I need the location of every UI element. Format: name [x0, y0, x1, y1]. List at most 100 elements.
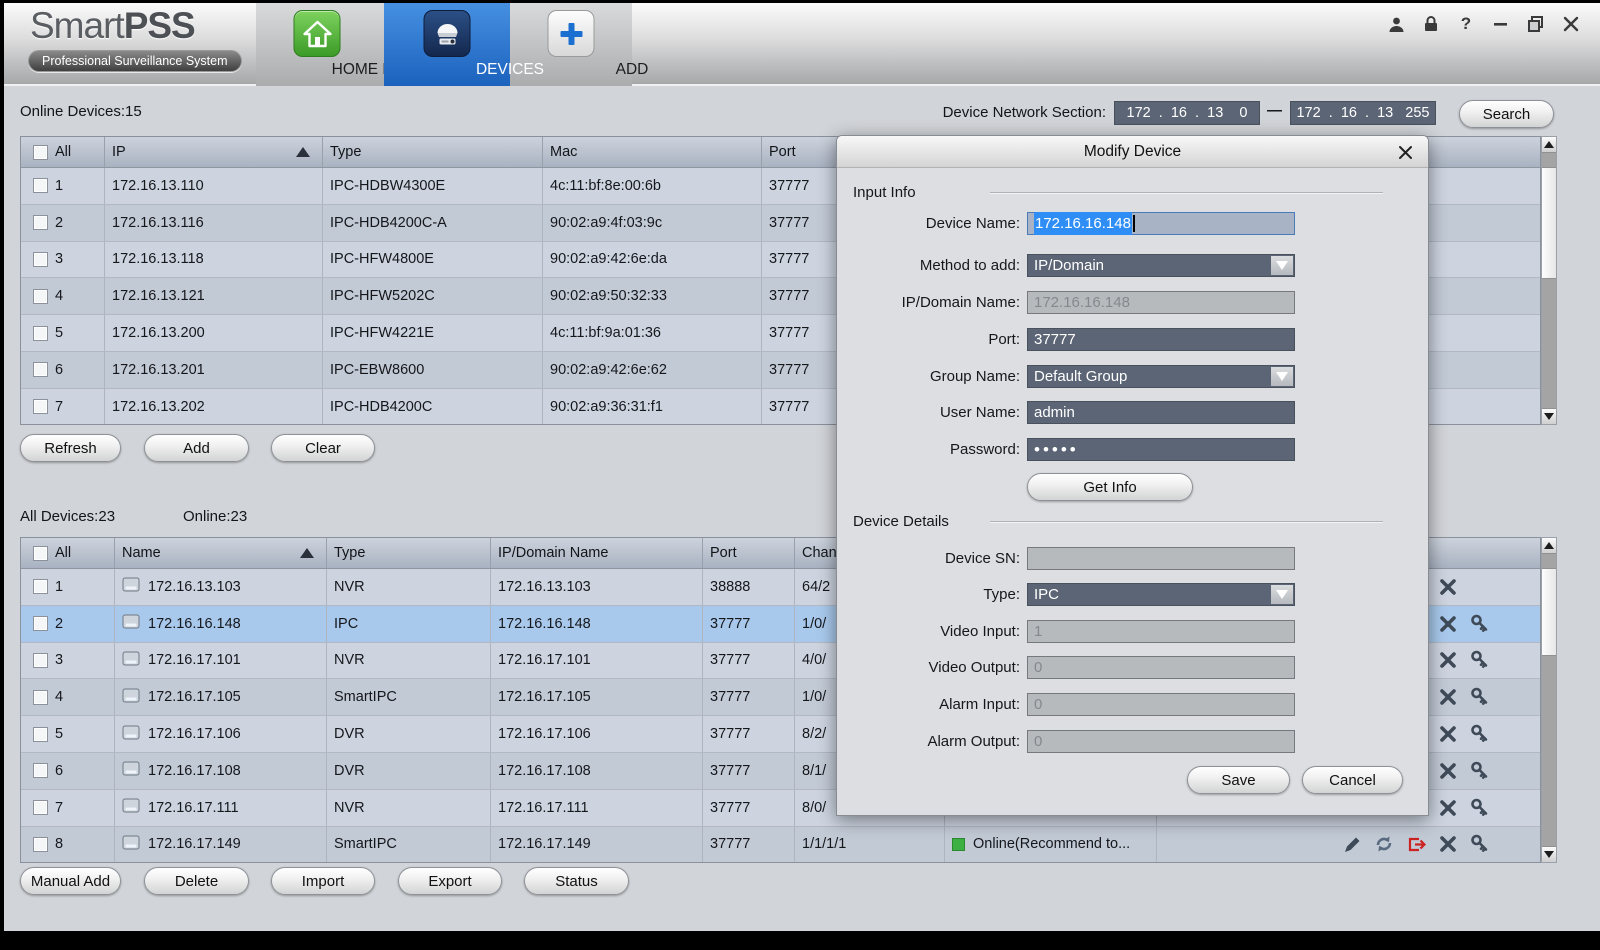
delete-icon[interactable] — [1438, 761, 1458, 781]
tab-add[interactable]: ADD — [510, 3, 632, 86]
row-checkbox[interactable] — [33, 800, 48, 815]
row-checkbox[interactable] — [33, 399, 48, 414]
port-input[interactable]: 37777 — [1027, 328, 1295, 351]
scrollbar-thumb[interactable] — [1542, 568, 1556, 656]
cell-ip: 172.16.17.101 — [491, 643, 703, 679]
chevron-down-icon[interactable] — [1271, 256, 1293, 275]
delete-icon[interactable] — [1438, 834, 1458, 854]
manual-add-button[interactable]: Manual Add — [20, 867, 121, 895]
minimize-icon[interactable] — [1490, 13, 1512, 35]
delete-icon[interactable] — [1438, 724, 1458, 744]
get-info-button[interactable]: Get Info — [1027, 473, 1193, 501]
network-ip-from-input[interactable]: 172 . 16 . 13 0 — [1114, 101, 1260, 125]
cell-port: 37777 — [703, 753, 795, 789]
close-icon[interactable] — [1560, 13, 1582, 35]
delete-icon[interactable] — [1438, 798, 1458, 818]
cancel-button[interactable]: Cancel — [1302, 766, 1403, 794]
user-icon[interactable] — [1385, 13, 1407, 35]
device-name-input[interactable]: 172.16.16.148 — [1027, 212, 1295, 235]
restore-icon[interactable] — [1525, 13, 1547, 35]
row-checkbox[interactable] — [33, 653, 48, 668]
online-table-scrollbar[interactable] — [1541, 136, 1557, 425]
col-name[interactable]: Name — [115, 538, 327, 568]
refresh-button[interactable]: Refresh — [20, 434, 121, 462]
col-ip[interactable]: IP — [105, 137, 323, 167]
row-checkbox[interactable] — [33, 690, 48, 705]
select-all-checkbox[interactable] — [33, 145, 48, 160]
devices-table-scrollbar[interactable] — [1541, 537, 1557, 863]
delete-button[interactable]: Delete — [144, 867, 249, 895]
import-button[interactable]: Import — [271, 867, 375, 895]
col-port[interactable]: Port — [703, 538, 795, 568]
device-name: 172.16.17.105 — [148, 689, 241, 705]
row-checkbox[interactable] — [33, 362, 48, 377]
col-mac-label: Mac — [550, 144, 577, 160]
chevron-down-icon[interactable] — [1271, 585, 1293, 604]
row-checkbox[interactable] — [33, 178, 48, 193]
col-type[interactable]: Type — [323, 137, 543, 167]
cell-name: 172.16.17.106 — [115, 716, 327, 752]
row-checkbox[interactable] — [33, 252, 48, 267]
export-button[interactable]: Export — [398, 867, 502, 895]
help-icon[interactable]: ? — [1455, 13, 1477, 35]
col-type[interactable]: Type — [327, 538, 491, 568]
col-port[interactable]: Port — [762, 137, 843, 167]
password-key-icon[interactable] — [1470, 614, 1490, 634]
password-key-icon[interactable] — [1470, 687, 1490, 707]
group-dropdown[interactable]: Default Group — [1027, 365, 1295, 388]
row-checkbox[interactable] — [33, 579, 48, 594]
method-dropdown[interactable]: IP/Domain — [1027, 254, 1295, 277]
dialog-close-icon[interactable] — [1396, 143, 1414, 161]
user-name-input[interactable]: admin — [1027, 401, 1295, 424]
scroll-up-button[interactable] — [1542, 538, 1556, 554]
add-button[interactable]: Add — [144, 434, 249, 462]
password-input[interactable]: ••••• — [1027, 438, 1295, 461]
tab-home-page[interactable]: HOME PAGE — [256, 3, 378, 86]
delete-icon[interactable] — [1438, 577, 1458, 597]
row-checkbox[interactable] — [33, 763, 48, 778]
tab-devices[interactable]: DEVICES — [384, 3, 510, 86]
password-key-icon[interactable] — [1470, 650, 1490, 670]
chevron-down-icon[interactable] — [1271, 367, 1293, 386]
status-button[interactable]: Status — [524, 867, 629, 895]
scroll-down-button[interactable] — [1542, 846, 1556, 862]
triangle-down-icon — [1544, 851, 1554, 858]
ip-domain-label: IP/Domain Name: — [837, 291, 1020, 314]
scroll-down-button[interactable] — [1542, 408, 1556, 424]
col-ip-label: IP — [112, 144, 126, 160]
refresh-icon[interactable] — [1374, 834, 1394, 854]
lock-icon[interactable] — [1420, 13, 1442, 35]
scrollbar-thumb[interactable] — [1542, 167, 1556, 279]
search-button[interactable]: Search — [1459, 100, 1554, 128]
app-logo: SmartPSS — [30, 5, 195, 47]
devices-camera-icon — [424, 10, 471, 57]
type-dropdown[interactable]: IPC — [1027, 583, 1295, 606]
delete-icon[interactable] — [1438, 650, 1458, 670]
edit-icon[interactable] — [1342, 834, 1362, 854]
logout-icon[interactable] — [1406, 834, 1426, 854]
row-checkbox[interactable] — [33, 837, 48, 852]
col-ip-domain[interactable]: IP/Domain Name — [491, 538, 703, 568]
port-value: 37777 — [1034, 329, 1076, 350]
delete-icon[interactable] — [1438, 687, 1458, 707]
password-key-icon[interactable] — [1470, 834, 1490, 854]
row-checkbox[interactable] — [33, 326, 48, 341]
network-ip-to-input[interactable]: 172 . 16 . 13 255 — [1290, 101, 1436, 125]
device-name: 172.16.17.111 — [148, 800, 239, 816]
row-checkbox[interactable] — [33, 289, 48, 304]
device-row-8[interactable]: 8 172.16.17.149 SmartIPC 172.16.17.149 3… — [21, 827, 1540, 863]
save-button[interactable]: Save — [1187, 766, 1290, 794]
row-checkbox[interactable] — [33, 616, 48, 631]
password-key-icon[interactable] — [1470, 798, 1490, 818]
row-checkbox[interactable] — [33, 215, 48, 230]
scroll-up-button[interactable] — [1542, 137, 1556, 153]
col-mac[interactable]: Mac — [543, 137, 762, 167]
password-key-icon[interactable] — [1470, 724, 1490, 744]
row-checkbox[interactable] — [33, 727, 48, 742]
clear-button[interactable]: Clear — [271, 434, 375, 462]
col-port-label: Port — [710, 545, 737, 561]
password-key-icon[interactable] — [1470, 761, 1490, 781]
select-all-checkbox[interactable] — [33, 546, 48, 561]
delete-icon[interactable] — [1438, 614, 1458, 634]
row-number: 5 — [55, 726, 63, 742]
